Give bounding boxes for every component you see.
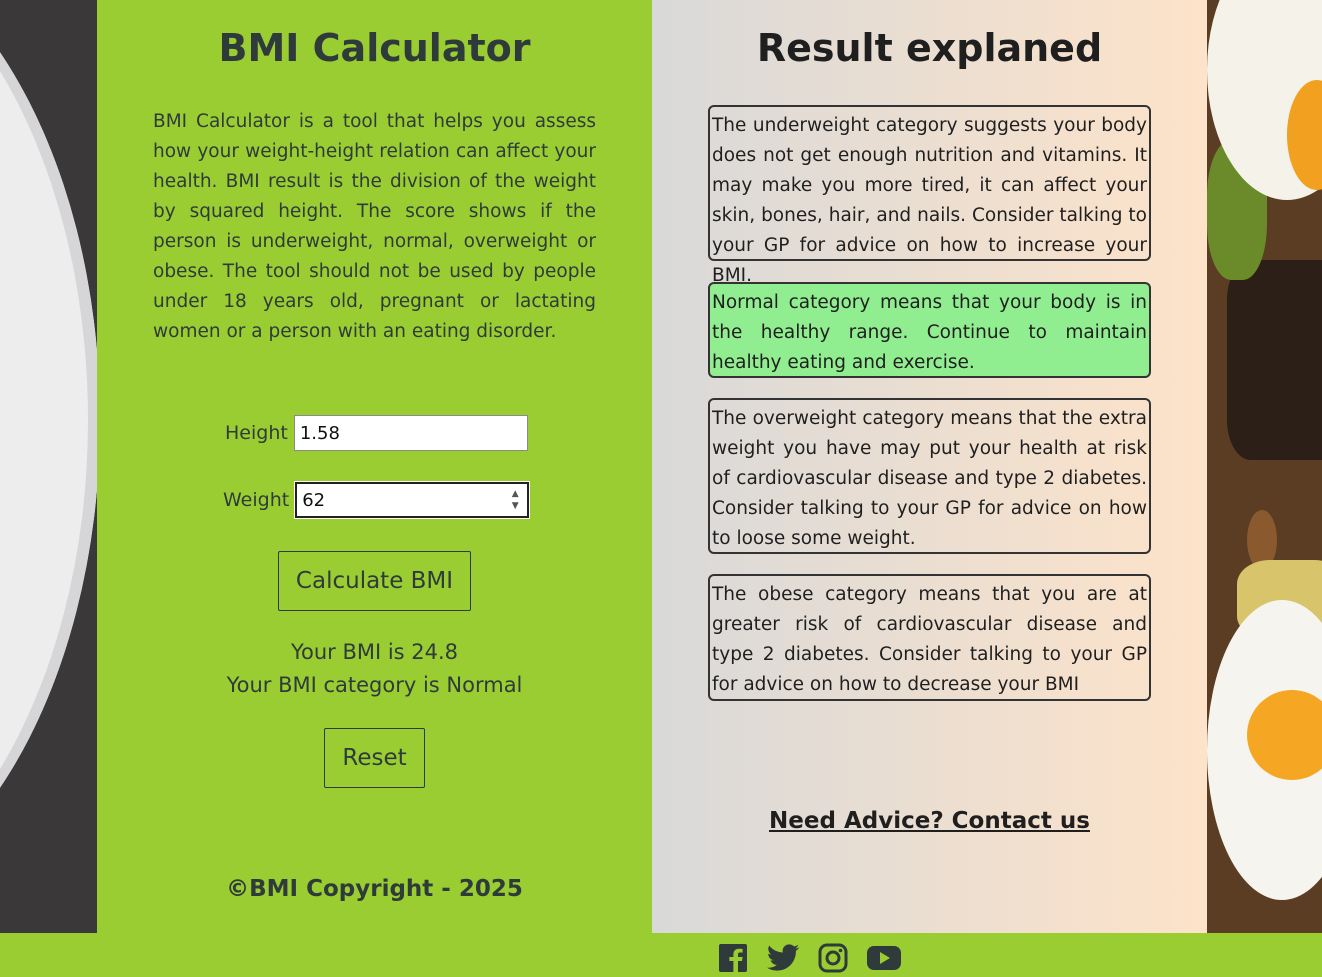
normal-card: Normal category means that your body is … [708,282,1151,378]
bmi-result: Your BMI is 24.8 [290,640,459,664]
reset-button[interactable]: Reset [324,728,425,788]
instagram-icon[interactable] [818,943,848,977]
social-links [718,943,920,977]
results-title: Result explaned [756,26,1103,70]
contact-link[interactable]: Need Advice? Contact us [652,808,1207,834]
weight-row: Weight ▲▼ [223,481,531,519]
bmi-category-result: Your BMI category is Normal [226,673,523,697]
weight-input[interactable] [294,481,531,519]
height-row: Height [225,415,528,451]
toast-shape [1227,260,1322,460]
weight-label: Weight [223,489,290,511]
height-input[interactable] [293,415,528,451]
weight-spinner[interactable]: ▲ ▼ [509,488,521,512]
youtube-icon[interactable] [866,944,902,976]
copyright-text: ©BMI Copyright - 2025 [226,876,523,902]
calculate-bmi-button[interactable]: Calculate BMI [278,551,471,611]
overweight-card: The overweight category means that the e… [708,398,1151,554]
weight-input-wrapper: ▲▼ [294,481,531,519]
plate-shape [0,0,97,920]
twitter-icon[interactable] [766,943,800,977]
results-panel: Result explaned The underweight category… [652,0,1207,933]
height-label: Height [225,422,288,444]
background-plate-image [0,0,97,933]
footer [0,933,1322,977]
facebook-icon[interactable] [718,943,748,977]
calculator-panel: BMI Calculator BMI Calculator is a tool … [97,0,652,933]
underweight-card: The underweight category suggests your b… [708,105,1151,286]
calculator-intro: BMI Calculator is a tool that helps you … [153,111,596,342]
obese-card: The obese category means that you are at… [708,574,1151,701]
calculator-title: BMI Calculator [218,26,531,70]
background-food-image [1207,0,1322,933]
